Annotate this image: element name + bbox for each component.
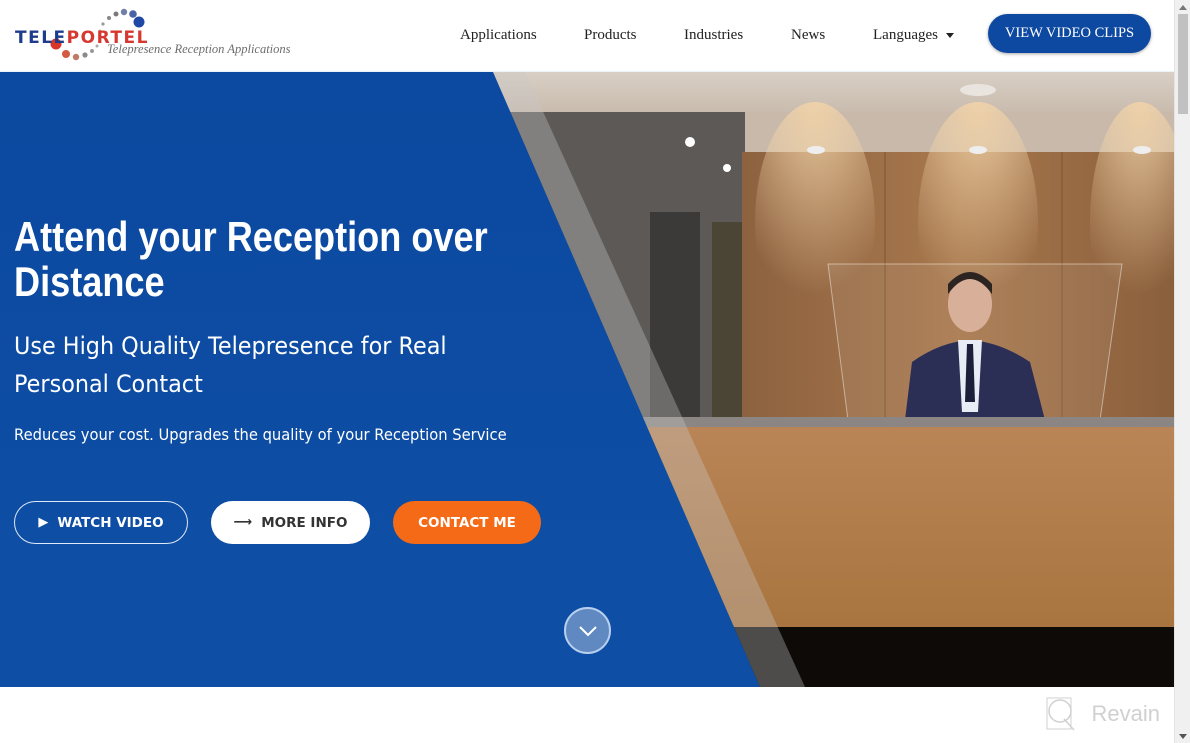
hero-description: Reduces your cost. Upgrades the quality …: [14, 425, 507, 444]
revain-watermark: Revain: [1046, 697, 1160, 731]
nav-applications[interactable]: Applications: [460, 27, 537, 44]
hero-title-line1: Attend your Reception over: [14, 213, 488, 260]
revain-label: Revain: [1091, 701, 1160, 726]
view-video-clips-button[interactable]: VIEW VIDEO CLIPS: [988, 14, 1151, 53]
contact-me-button[interactable]: CONTACT ME: [393, 501, 541, 544]
arrow-up-icon: [1179, 4, 1187, 10]
play-icon: ▶: [38, 515, 49, 530]
caret-down-icon: [945, 33, 954, 39]
arrow-right-icon: ⟶: [233, 515, 253, 530]
teleportel-logo[interactable]: TELEPORTEL Telepresence Reception Applic…: [12, 6, 312, 66]
more-info-button[interactable]: ⟶ MORE INFO: [211, 501, 370, 544]
logo-tagline: Telepresence Reception Applications: [107, 42, 291, 56]
nav-news[interactable]: News: [791, 27, 825, 44]
watch-video-label: WATCH VIDEO: [57, 514, 164, 531]
nav-products[interactable]: Products: [584, 27, 637, 44]
revain-logo-icon: [1046, 697, 1075, 731]
page-scrollbar[interactable]: [1174, 0, 1190, 743]
hero-section: Attend your Reception over Distance Use …: [0, 72, 1174, 687]
content-area: Revain: [0, 687, 1174, 743]
nav-languages-dropdown[interactable]: Languages: [873, 27, 954, 44]
watch-video-button[interactable]: ▶ WATCH VIDEO: [14, 501, 188, 544]
scrollbar-thumb[interactable]: [1178, 14, 1188, 114]
hero-title: Attend your Reception over Distance: [14, 213, 488, 305]
logo-word-tele: TELE: [15, 28, 67, 48]
site-header: TELEPORTEL Telepresence Reception Applic…: [0, 0, 1174, 72]
arrow-down-icon: [1179, 733, 1187, 739]
scroll-down-button[interactable]: [564, 607, 611, 654]
nav-industries[interactable]: Industries: [684, 27, 743, 44]
chevron-down-icon: [578, 625, 597, 636]
hero-subtitle: Use High Quality Telepresence for Real P…: [14, 332, 447, 398]
nav-languages-label: Languages: [873, 27, 938, 43]
more-info-label: MORE INFO: [261, 514, 348, 531]
hero-title-line2: Distance: [14, 258, 165, 305]
scroll-down-arrow[interactable]: [1175, 729, 1190, 743]
scroll-up-arrow[interactable]: [1175, 0, 1190, 14]
